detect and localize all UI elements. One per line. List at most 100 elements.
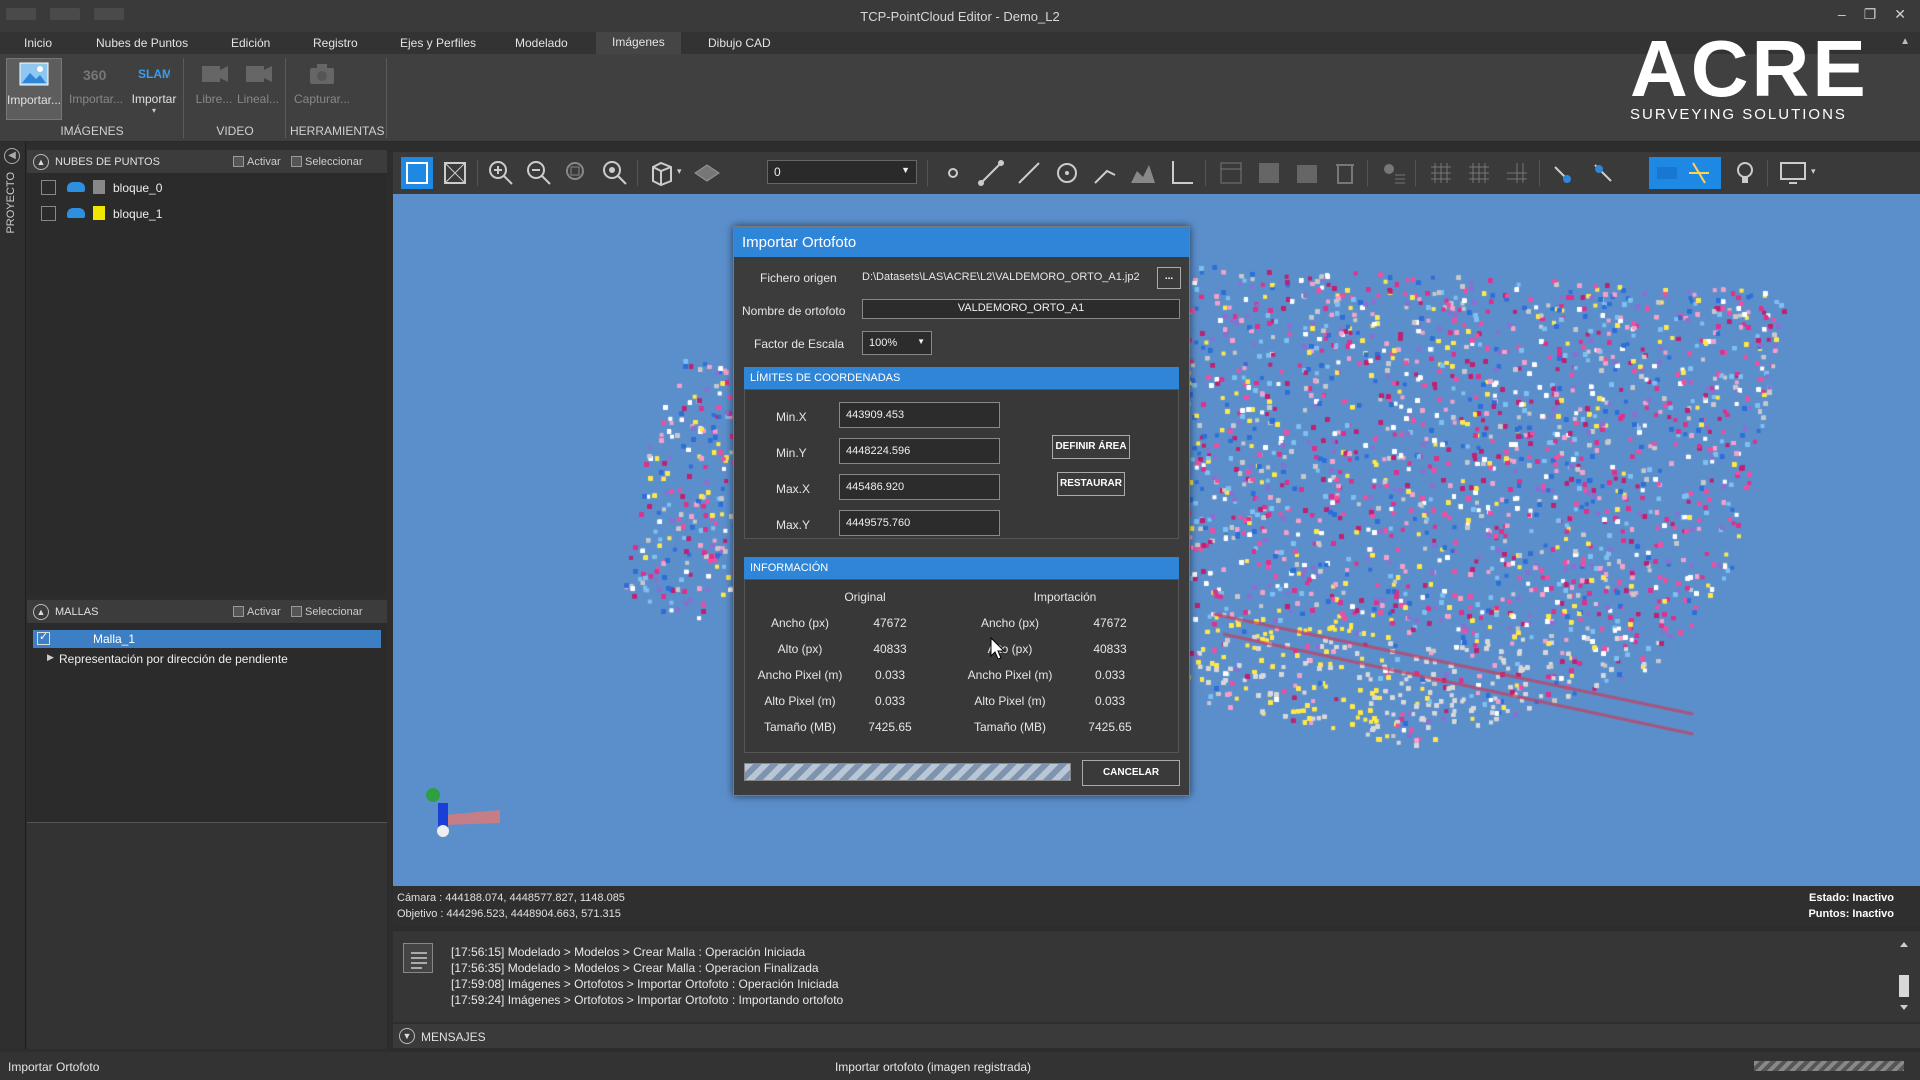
- zoom-fit-icon: [603, 161, 627, 185]
- polyline-button[interactable]: [1013, 157, 1045, 189]
- meshes-header: ▲ MALLAS Activar Seleccionar: [27, 600, 387, 624]
- visibility-checkbox[interactable]: [41, 206, 56, 221]
- grid-button-3[interactable]: [1501, 157, 1533, 189]
- import-progress-bar: [744, 763, 1071, 781]
- section-button-2[interactable]: [1253, 157, 1285, 189]
- ribbon: Importar... 360 Importar... SLAM Importa…: [0, 29, 1920, 142]
- section-button-3[interactable]: [1291, 157, 1323, 189]
- activate-checkbox[interactable]: Activar: [233, 156, 281, 168]
- expand-arrow-icon[interactable]: ▶: [47, 652, 54, 663]
- axes-gizmo-icon: [426, 788, 500, 837]
- browse-button[interactable]: ...: [1157, 267, 1181, 289]
- node-button-2[interactable]: [1587, 157, 1619, 189]
- menu-ejes-y-perfiles[interactable]: Ejes y Perfiles: [400, 36, 476, 50]
- tree-item[interactable]: bloque_0: [27, 174, 387, 200]
- menu-imagenes[interactable]: Imágenes: [596, 32, 681, 54]
- menu-nubes-de-puntos[interactable]: Nubes de Puntos: [96, 36, 188, 50]
- axis-button[interactable]: [1165, 157, 1197, 189]
- select-checkbox[interactable]: Seleccionar: [291, 156, 362, 168]
- chevron-down-icon[interactable]: ▾: [126, 106, 182, 115]
- color-swatch[interactable]: [93, 180, 105, 194]
- orthophoto-name-field[interactable]: VALDEMORO_ORTO_A1: [862, 299, 1180, 319]
- menu-inicio[interactable]: Inicio: [24, 36, 52, 50]
- minimize-button[interactable]: –: [1838, 6, 1846, 23]
- polyline-icon: [1018, 162, 1040, 184]
- grid-button-2[interactable]: [1463, 157, 1495, 189]
- min-y-field[interactable]: 4448224.596: [839, 438, 1000, 464]
- close-button[interactable]: ✕: [1894, 6, 1906, 23]
- cancel-button[interactable]: CANCELAR: [1082, 760, 1180, 786]
- menu-edicion[interactable]: Edición: [231, 36, 270, 50]
- menu-dibujo-cad[interactable]: Dibujo CAD: [708, 36, 771, 50]
- info-label: Ancho (px): [770, 616, 830, 630]
- view-cube-button[interactable]: [645, 157, 677, 189]
- select-checkbox[interactable]: Seleccionar: [291, 606, 362, 618]
- view-mode-button[interactable]: [401, 157, 433, 189]
- zoom-in-button[interactable]: [485, 157, 517, 189]
- capture-button[interactable]: Capturar...: [292, 58, 352, 120]
- measure-button[interactable]: [1089, 157, 1121, 189]
- messages-scrollbar[interactable]: [1898, 941, 1910, 1011]
- zoom-extents-button[interactable]: [439, 157, 471, 189]
- chevron-left-icon[interactable]: ◀: [4, 148, 20, 164]
- zoom-fit-button[interactable]: [599, 157, 631, 189]
- tree-item[interactable]: bloque_1: [27, 200, 387, 226]
- tree-item-selected[interactable]: ✓ Malla_1: [33, 630, 381, 648]
- section-button-1[interactable]: [1215, 157, 1247, 189]
- import-360-button[interactable]: 360 Importar...: [68, 58, 124, 120]
- min-x-field[interactable]: 443909.453: [839, 402, 1000, 428]
- layer-select[interactable]: 0 ▼: [767, 160, 917, 184]
- layers-button[interactable]: [691, 157, 723, 189]
- left-panel-empty-area: [27, 822, 387, 1049]
- zoom-window-button[interactable]: [561, 157, 593, 189]
- slam-badge: SLAM: [138, 67, 170, 81]
- delete-button[interactable]: [1329, 157, 1361, 189]
- visibility-checkbox[interactable]: [41, 180, 56, 195]
- collapse-down-icon[interactable]: ▼: [399, 1028, 415, 1044]
- collapse-up-icon[interactable]: ▲: [33, 154, 49, 170]
- circle-button[interactable]: [1051, 157, 1083, 189]
- display-button[interactable]: [1777, 157, 1809, 189]
- snap-toggle-button[interactable]: [1649, 157, 1721, 189]
- max-y-field[interactable]: 4449575.760: [839, 510, 1000, 536]
- point-button[interactable]: [937, 157, 969, 189]
- import-image-button[interactable]: Importar...: [6, 58, 62, 120]
- coordinates-section-header: LÍMITES DE COORDENADAS: [744, 367, 1179, 389]
- tree-item[interactable]: ▶ Representación por dirección de pendie…: [27, 649, 387, 669]
- import-slam-button[interactable]: SLAM Importar ▾: [126, 58, 182, 120]
- information-section: Original Importación Ancho (px) 47672 An…: [744, 579, 1179, 753]
- grid-button-1[interactable]: [1425, 157, 1457, 189]
- profile-button[interactable]: [1127, 157, 1159, 189]
- chevron-down-icon[interactable]: ▾: [677, 166, 682, 177]
- cloud-icon: [67, 208, 85, 218]
- define-area-button[interactable]: DEFINIR ÁREA: [1052, 435, 1130, 459]
- activate-checkbox[interactable]: Activar: [233, 606, 281, 618]
- linear-video-button[interactable]: Lineal...: [230, 58, 286, 120]
- coord-label: Max.X: [776, 482, 811, 496]
- collapse-ribbon-icon[interactable]: ▲: [1900, 36, 1910, 47]
- collapse-up-icon[interactable]: ▲: [33, 604, 49, 620]
- meshes-tree: ✓ Malla_1 ▶ Representación por dirección…: [27, 624, 387, 822]
- chevron-down-icon[interactable]: ▾: [1811, 166, 1816, 177]
- message-line: [17:56:15] Modelado > Modelos > Crear Ma…: [451, 945, 806, 959]
- project-tab[interactable]: PROYECTO: [5, 172, 17, 234]
- color-swatch[interactable]: [93, 206, 105, 220]
- zoom-out-icon: [527, 161, 551, 185]
- menu-modelado[interactable]: Modelado: [515, 36, 568, 50]
- zoom-out-button[interactable]: [523, 157, 555, 189]
- free-video-icon: [202, 66, 228, 82]
- line-button[interactable]: [975, 157, 1007, 189]
- messages-title: MENSAJES: [421, 1030, 486, 1044]
- restore-button[interactable]: ❐: [1864, 6, 1877, 23]
- marker-button[interactable]: [1377, 157, 1409, 189]
- scale-factor-select[interactable]: 100% ▼: [862, 331, 932, 355]
- menu-registro[interactable]: Registro: [313, 36, 358, 50]
- capture-label: Capturar...: [293, 92, 351, 106]
- restore-button[interactable]: RESTAURAR: [1057, 472, 1125, 496]
- mouse-cursor-icon: [990, 637, 1006, 660]
- max-x-field[interactable]: 445486.920: [839, 474, 1000, 500]
- node-button-1[interactable]: [1549, 157, 1581, 189]
- light-button[interactable]: [1729, 157, 1761, 189]
- message-list-icon[interactable]: [403, 943, 433, 973]
- camera-icon: [310, 64, 334, 84]
